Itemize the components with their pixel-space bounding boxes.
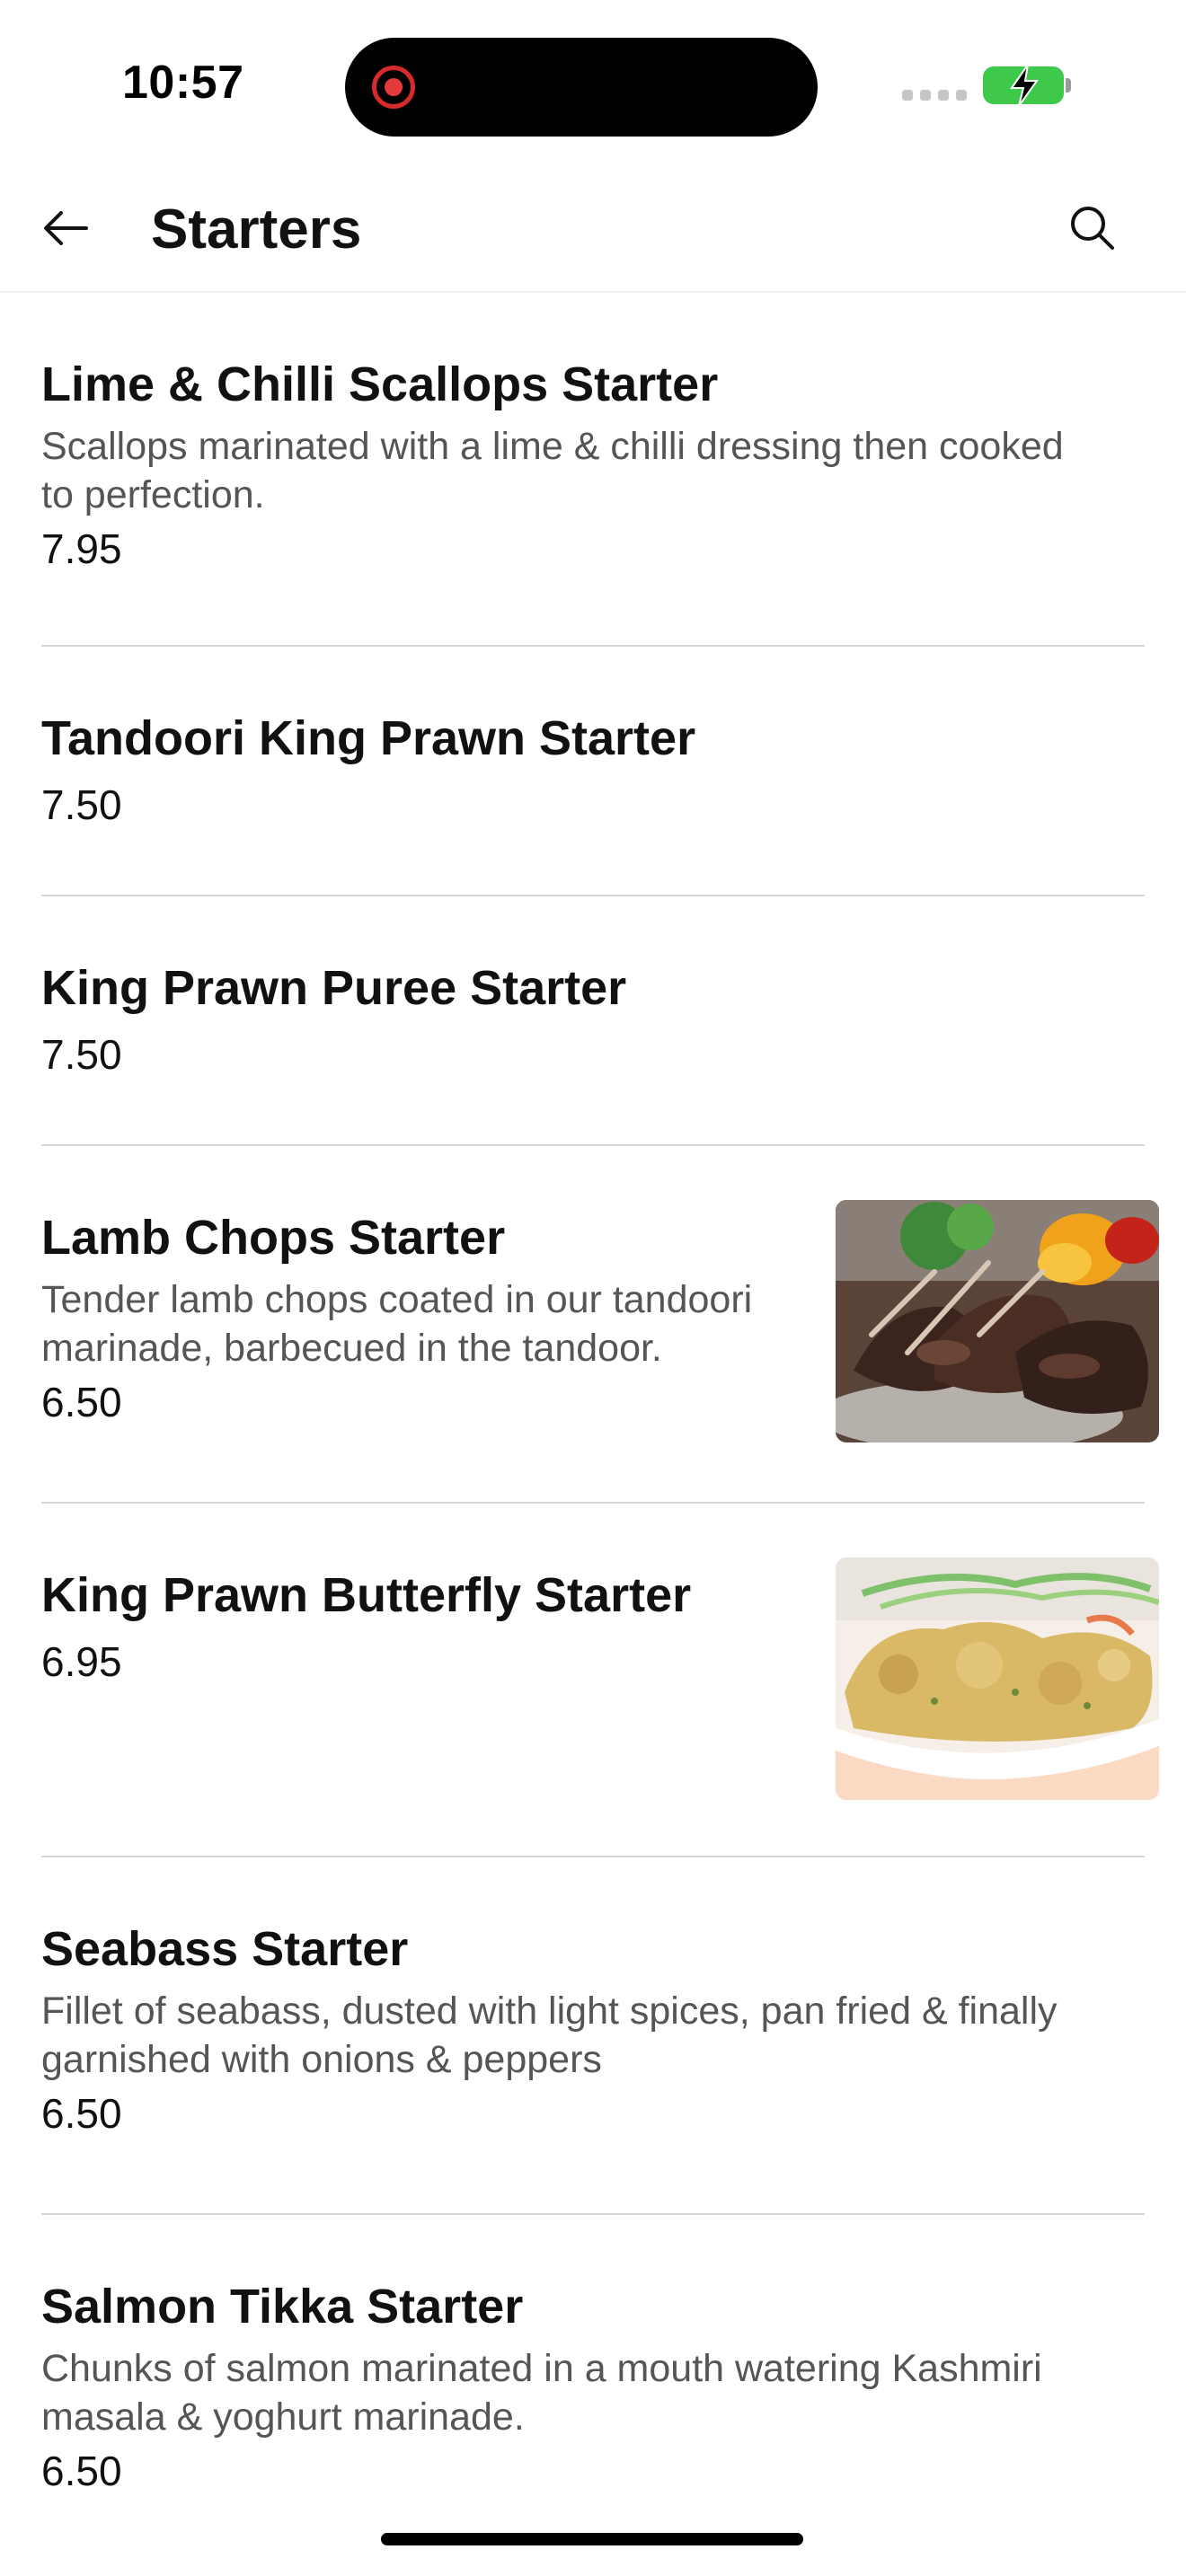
menu-item-seabass[interactable]: Seabass Starter Fillet of seabass, duste…: [41, 1857, 1145, 2215]
status-time: 10:57: [122, 57, 244, 109]
item-price: 7.95: [41, 525, 122, 573]
signal-icon: [902, 90, 967, 101]
menu-item-king-prawn-puree[interactable]: King Prawn Puree Starter 7.50: [41, 896, 1145, 1146]
menu-item-list: Lime & Chilli Scallops Starter Scallops …: [0, 293, 1186, 2574]
item-name: Salmon Tikka Starter: [41, 2280, 524, 2333]
item-description: Chunks of salmon marinated in a mouth wa…: [41, 2346, 1042, 2439]
menu-item-tandoori-king-prawn[interactable]: Tandoori King Prawn Starter 7.50: [41, 647, 1145, 896]
item-name: Seabass Starter: [41, 1922, 409, 1976]
menu-item-salmon-tikka[interactable]: Salmon Tikka Starter Chunks of salmon ma…: [41, 2215, 1145, 2574]
item-description: Tender lamb chops coated in our tandoori…: [41, 1277, 753, 1370]
item-name: King Prawn Puree Starter: [41, 961, 627, 1015]
dynamic-island: [345, 38, 818, 137]
item-price: 7.50: [41, 781, 122, 828]
menu-item-lamb-chops[interactable]: Lamb Chops Starter Tender lamb chops coa…: [41, 1146, 1159, 1504]
search-icon[interactable]: [1066, 201, 1120, 255]
item-price: 6.50: [41, 2090, 122, 2138]
screen-record-icon: [372, 66, 415, 109]
home-indicator[interactable]: [381, 2533, 803, 2545]
item-name: Lime & Chilli Scallops Starter: [41, 357, 719, 411]
lamb-chops-photo: [836, 1200, 1159, 1442]
item-description: Fillet of seabass, dusted with light spi…: [41, 1989, 1058, 2081]
item-name: Tandoori King Prawn Starter: [41, 711, 696, 765]
arrow-left-icon[interactable]: [40, 201, 93, 255]
status-bar: 10:57: [0, 0, 1186, 162]
item-price: 6.50: [41, 2448, 122, 2495]
king-prawn-butterfly-photo: [836, 1557, 1159, 1800]
top-app-bar: Starters: [0, 162, 1186, 293]
charging-bolt-icon: [1010, 64, 1039, 107]
menu-item-king-prawn-butterfly[interactable]: King Prawn Butterfly Starter 6.95: [41, 1504, 1159, 1857]
page-title: Starters: [151, 198, 362, 260]
item-price: 7.50: [41, 1030, 122, 1078]
menu-item-lime-chilli-scallops[interactable]: Lime & Chilli Scallops Starter Scallops …: [41, 293, 1145, 647]
item-description: Scallops marinated with a lime & chilli …: [41, 424, 1064, 516]
battery-cap: [1066, 78, 1071, 93]
